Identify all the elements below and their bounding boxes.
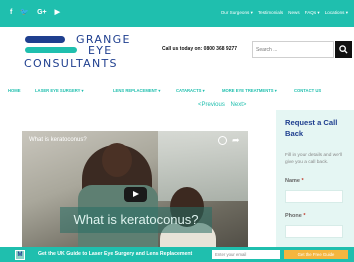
topnav-our-surgeons[interactable]: Our Surgeons ▾	[221, 9, 253, 17]
facebook-icon[interactable]: f	[10, 8, 12, 18]
main-nav: HOME LASER EYE SURGERY ▾ LENS REPLACEMEN…	[0, 85, 354, 97]
topnav-faqs[interactable]: FAQs ▾	[305, 9, 320, 17]
search-button[interactable]	[335, 41, 352, 58]
nav-home[interactable]: HOME	[8, 88, 21, 93]
required-mark: *	[303, 213, 306, 219]
pagination: <Previous Next>	[198, 102, 250, 108]
nav-laser-eye-surgery[interactable]: LASER EYE SURGERY ▾	[35, 88, 84, 93]
next-link[interactable]: Next>	[231, 102, 247, 108]
play-button[interactable]	[124, 187, 147, 202]
guide-icon: M	[15, 250, 25, 260]
twitter-icon[interactable]: 🐦	[20, 8, 29, 18]
logo-word-consultants: CONSULTANTS	[24, 57, 118, 70]
name-field[interactable]	[285, 190, 343, 203]
nav-cataracts[interactable]: CATARACTS ▾	[176, 88, 205, 93]
call-us-text: Call us today on: 0800 368 9277	[162, 46, 238, 52]
logo-word-eye: EYE	[88, 44, 113, 57]
name-label: Name *	[285, 178, 304, 184]
name-label-text: Name	[285, 178, 300, 184]
site-logo[interactable]: GRANGE EYE CONSULTANTS	[22, 33, 129, 73]
top-nav: Our Surgeons ▾ Testimonials News FAQs ▾ …	[221, 9, 348, 17]
logo-bar-navy	[25, 36, 65, 43]
topnav-news[interactable]: News	[288, 9, 300, 17]
callback-description: Fill in your details and we'll give you …	[285, 153, 342, 165]
search-input[interactable]: Search ...	[252, 41, 334, 58]
share-icon[interactable]: ➦	[232, 135, 240, 146]
topnav-testimonials[interactable]: Testimonials	[258, 9, 283, 17]
google-plus-icon[interactable]: G+	[37, 8, 47, 18]
video-caption: What is keratoconus?	[60, 207, 212, 233]
email-field[interactable]: Enter your email	[212, 250, 280, 259]
video-title[interactable]: What is keratoconus?	[29, 137, 87, 143]
search-icon	[339, 45, 348, 54]
guide-signup-bar: M Get the UK Guide to Laser Eye Surgery …	[0, 247, 354, 262]
get-free-guide-button[interactable]: Get the Free Guide	[284, 250, 348, 259]
nav-contact-us[interactable]: CONTACT US	[294, 88, 321, 93]
top-bar: f 🐦 G+ ▶ Our Surgeons ▾ Testimonials New…	[0, 0, 354, 27]
callback-form: Request a Call Back Fill in your details…	[276, 110, 354, 262]
topnav-locations[interactable]: Locations ▾	[325, 9, 348, 17]
nav-more-eye-treatments[interactable]: MORE EYE TREATMENTS ▾	[222, 88, 277, 93]
phone-field[interactable]	[285, 225, 343, 238]
required-mark: *	[301, 178, 304, 184]
social-links: f 🐦 G+ ▶	[10, 8, 60, 18]
phone-label: Phone *	[285, 213, 305, 219]
guide-promo-text: Get the UK Guide to Laser Eye Surgery an…	[38, 251, 193, 257]
video-player[interactable]: What is keratoconus? ➦ What is keratocon…	[22, 131, 248, 261]
callback-title: Request a Call Back	[285, 118, 338, 138]
youtube-icon[interactable]: ▶	[55, 8, 60, 18]
video-person-head	[102, 143, 132, 177]
nav-lens-replacement[interactable]: LENS REPLACEMENT ▾	[113, 88, 160, 93]
phone-label-text: Phone	[285, 213, 302, 219]
previous-link[interactable]: <Previous	[198, 102, 225, 108]
watch-later-icon[interactable]	[218, 136, 227, 145]
logo-bar-teal	[25, 47, 77, 53]
